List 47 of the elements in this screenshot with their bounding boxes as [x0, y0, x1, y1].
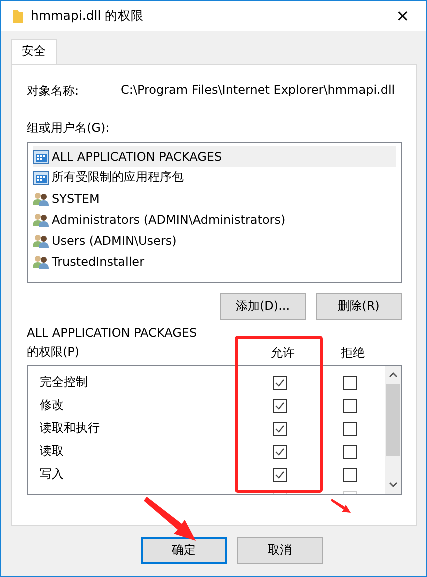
allow-checkbox[interactable]: [273, 444, 287, 458]
dialog-button[interactable]: 取消: [237, 537, 323, 564]
permissions-label: ALL APPLICATION PACKAGES: [27, 325, 198, 342]
deny-checkbox[interactable]: [343, 422, 357, 436]
principal-button[interactable]: 删除(R): [316, 293, 402, 320]
deny-checkbox[interactable]: [343, 376, 357, 390]
permission-name: 修改: [40, 398, 64, 412]
allow-header: 允许: [271, 346, 295, 360]
annotation-arrow: [331, 499, 351, 513]
principals-label: 组或用户名(G):: [27, 120, 111, 137]
principal-item[interactable]: Users (ADMIN\Users): [33, 230, 396, 251]
object-name-label: 对象名称:: [27, 83, 80, 100]
scroll-up-icon[interactable]: [388, 372, 398, 378]
folder-icon: [13, 9, 23, 23]
permission-name: 读取: [40, 444, 64, 458]
principal-item[interactable]: 所有受限制的应用程序包: [33, 167, 396, 188]
deny-header: 拒绝: [341, 346, 365, 360]
users-icon: [33, 254, 49, 268]
package-icon: [33, 170, 49, 184]
principal-item[interactable]: ALL APPLICATION PACKAGES: [33, 146, 396, 167]
permission-name: 读取和执行: [40, 421, 100, 435]
deny-checkbox[interactable]: [343, 468, 357, 482]
package-icon: [33, 150, 49, 164]
window-title: hmmapi.dll 的权限: [31, 8, 146, 24]
allow-checkbox[interactable]: [273, 422, 287, 436]
close-button[interactable]: ✕: [380, 1, 426, 31]
scroll-down-icon[interactable]: [388, 482, 398, 488]
principal-item[interactable]: Administrators (ADMIN\Administrators): [33, 209, 396, 230]
scrollbar[interactable]: [385, 366, 401, 494]
users-icon: [33, 234, 49, 248]
object-path: C:\Program Files\Internet Explorer\hmmapi.dll: [121, 83, 396, 99]
deny-checkbox[interactable]: [343, 398, 357, 412]
allow-checkbox[interactable]: [273, 398, 287, 412]
allow-checkbox[interactable]: [273, 376, 287, 390]
permission-name: 完全控制: [40, 375, 88, 389]
annotation-arrow: [144, 497, 196, 541]
tab[interactable]: 安全: [11, 39, 57, 64]
principal-item[interactable]: TrustedInstaller: [33, 251, 396, 272]
principal-item[interactable]: SYSTEM: [33, 188, 396, 209]
deny-checkbox[interactable]: [343, 444, 357, 458]
users-icon: [33, 192, 49, 206]
users-icon: [33, 212, 49, 226]
permissions-label: 的权限(P): [27, 344, 81, 361]
principal-button[interactable]: 添加(D)...: [220, 293, 306, 320]
permission-name: 写入: [40, 467, 64, 481]
dialog-button[interactable]: 确定: [141, 537, 227, 564]
allow-checkbox[interactable]: [273, 468, 287, 482]
